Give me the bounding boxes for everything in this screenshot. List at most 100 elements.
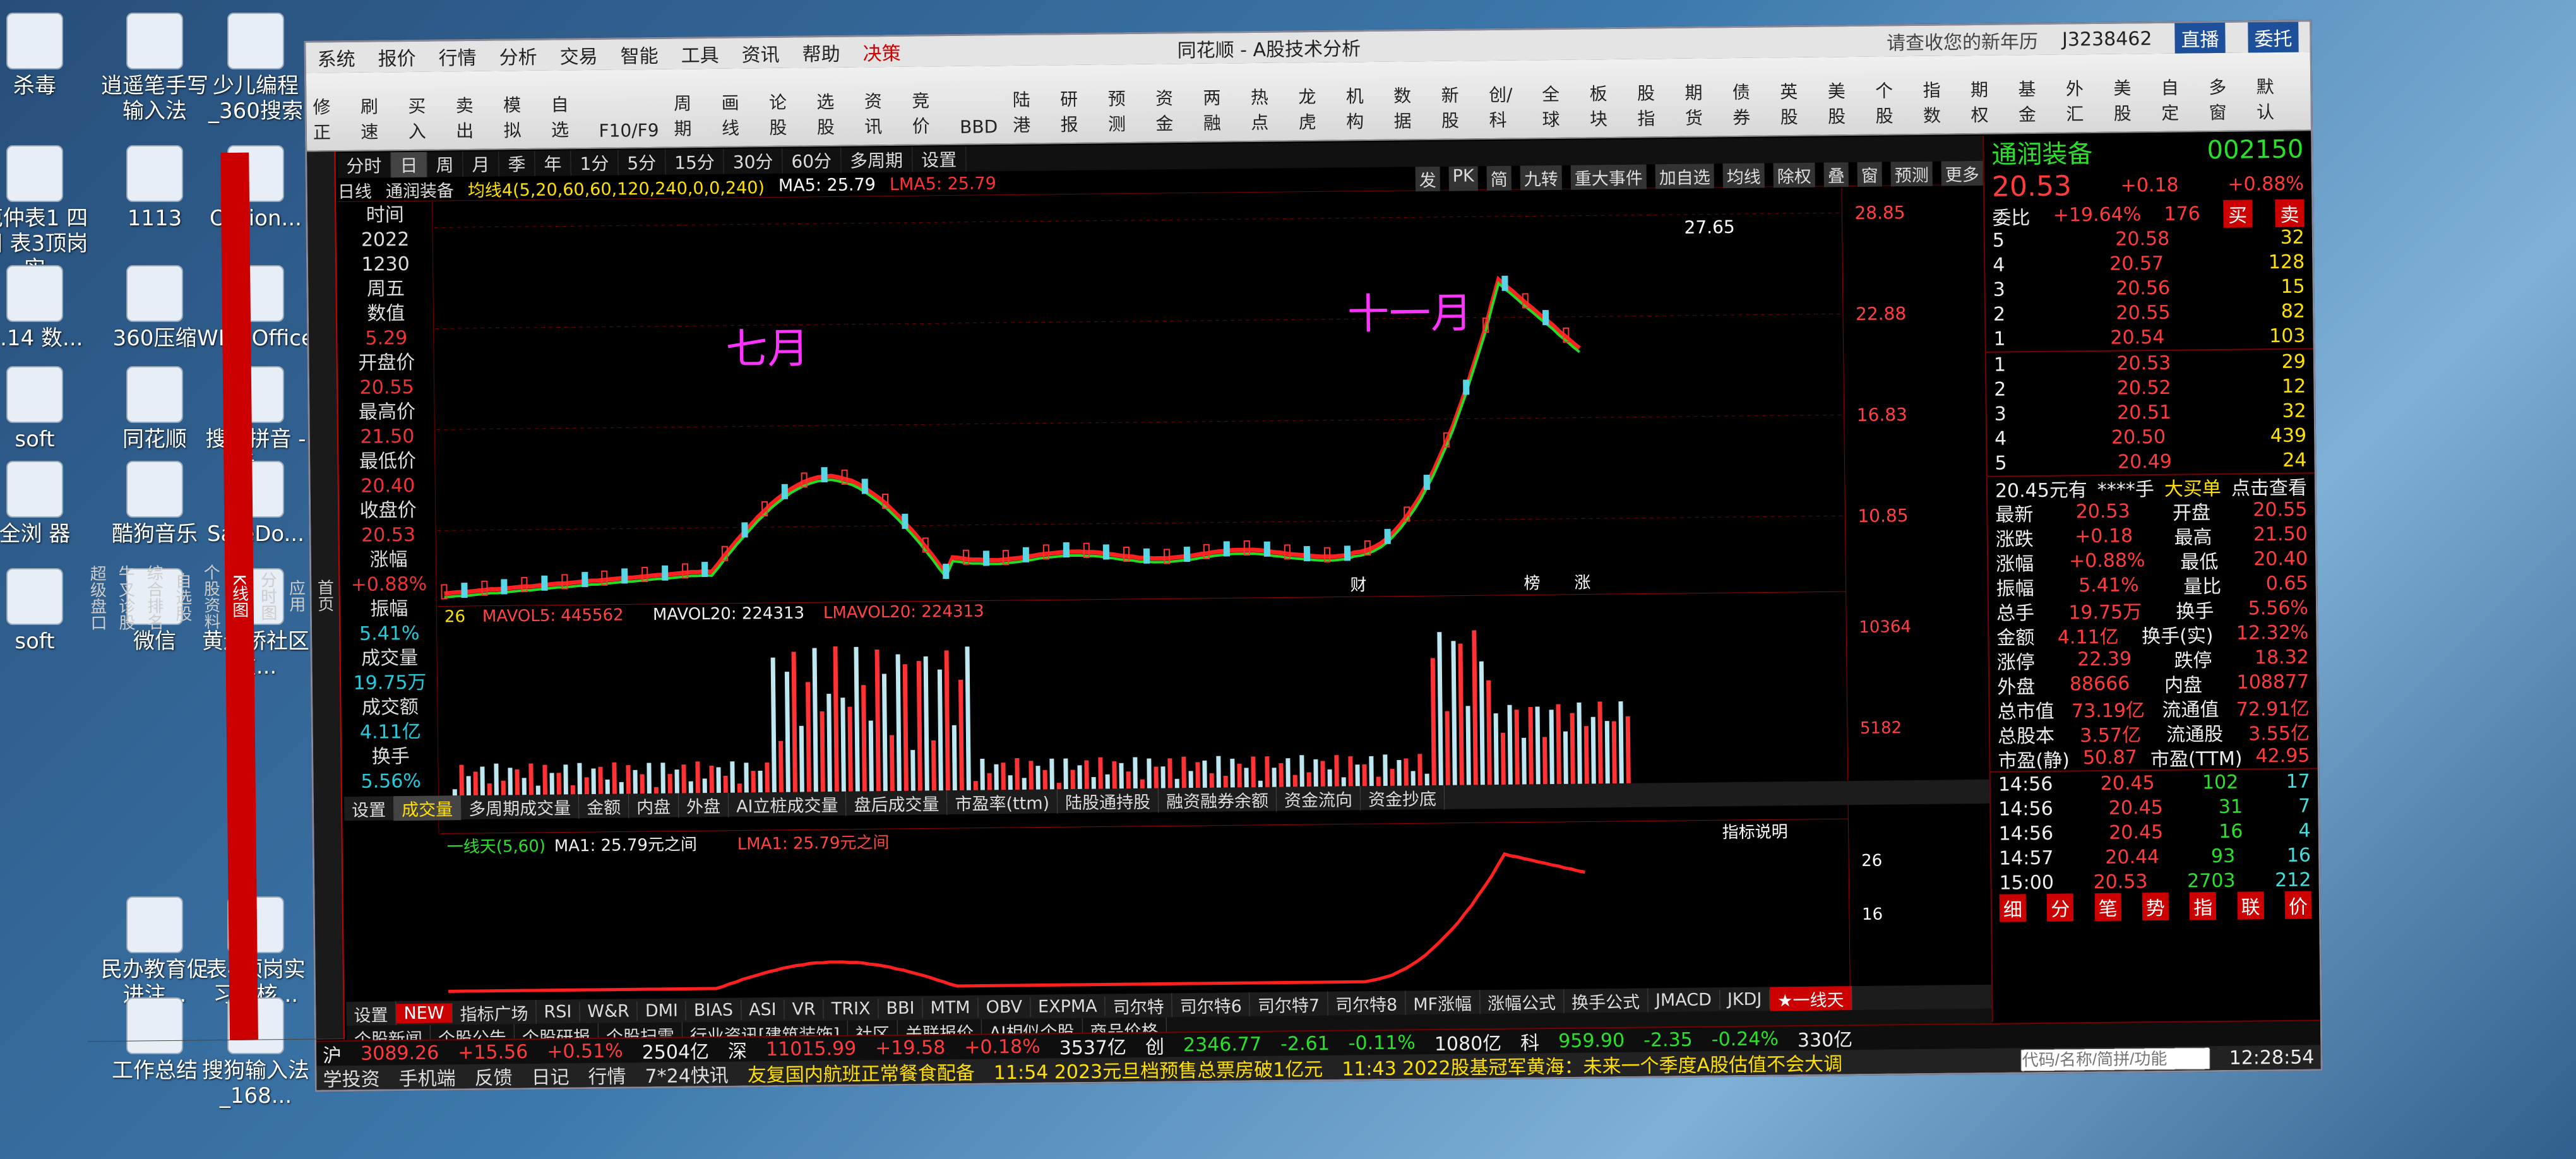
indicator-item[interactable]: BBI <box>878 998 923 1018</box>
period-tab[interactable]: 年 <box>535 150 571 176</box>
tick-tab[interactable]: 价 <box>2284 890 2312 919</box>
ask-row[interactable]: 1 20.54 103 <box>1986 323 2313 351</box>
toolbar-button[interactable]: 龙虎 <box>1297 45 1331 134</box>
tick-tab[interactable]: 联 <box>2237 891 2264 920</box>
toolbar-button[interactable]: 美股 <box>1827 40 1861 129</box>
ask-row[interactable]: 4 20.57 128 <box>1985 249 2312 277</box>
ask-row[interactable]: 5 20.58 32 <box>1985 225 2312 253</box>
bid-row[interactable]: 1 20.53 29 <box>1986 349 2313 377</box>
footer-link[interactable]: 学投资 <box>323 1064 379 1092</box>
tick-tab[interactable]: 指 <box>2189 891 2217 920</box>
news-ticker[interactable]: 11:43 2022股基冠军黄海：未来一个季度A股估值不会大调 <box>1342 1048 1842 1081</box>
toolbar-button[interactable]: 画线 <box>721 51 754 140</box>
search-input[interactable] <box>2020 1047 2210 1071</box>
toolbar-button[interactable]: 卖出 <box>455 54 489 143</box>
toolbar-button[interactable]: 买入 <box>407 54 441 143</box>
toolbar-button[interactable]: 创/科 <box>1488 43 1527 132</box>
news-ticker[interactable]: 11:54 2023元旦档预售总票房破1亿元 <box>994 1054 1323 1085</box>
footer-link[interactable]: 行情 <box>588 1061 626 1089</box>
period-tab[interactable]: 设置 <box>912 146 967 172</box>
bid-row[interactable]: 4 20.50 439 <box>1987 423 2314 451</box>
footer-link[interactable]: 7*24快讯 <box>645 1060 729 1088</box>
indicator-tab[interactable]: 融资融券余额 <box>1158 787 1277 813</box>
indicator-item[interactable]: 换手公式 <box>1563 987 1649 1014</box>
toolbar-button[interactable]: 资讯 <box>864 50 897 139</box>
period-tab[interactable]: 30分 <box>724 148 783 174</box>
chart-tool-button[interactable]: 简 <box>1486 165 1512 191</box>
indicator-tab[interactable]: 内盘 <box>628 793 679 818</box>
tick-tab[interactable]: 势 <box>2142 892 2169 920</box>
indicator-item[interactable]: ASI <box>741 999 785 1020</box>
toolbar-button[interactable]: 外汇 <box>2065 37 2099 126</box>
indicator-item[interactable]: DMI <box>637 1000 687 1021</box>
desktop-icon[interactable]: soft <box>0 568 95 654</box>
toolbar-button[interactable]: 新股 <box>1441 44 1474 133</box>
toolbar-button[interactable]: 周期 <box>673 52 707 141</box>
toolbar-button[interactable]: 选股 <box>816 51 850 140</box>
indicator-help-link[interactable]: 指标说明 <box>1722 823 1787 842</box>
toolbar-button[interactable]: 个股 <box>1875 39 1908 128</box>
toolbar-button[interactable]: 债券 <box>1732 40 1765 129</box>
toolbar-button[interactable]: 英股 <box>1779 40 1813 129</box>
indicator-item[interactable]: ★一线天 <box>1770 985 1852 1011</box>
period-tab[interactable]: 1分 <box>571 150 619 176</box>
indicator-tab[interactable]: AI立桩成交量 <box>728 791 847 817</box>
period-tab[interactable]: 60分 <box>782 147 842 174</box>
indicator-item[interactable]: NEW <box>396 1002 453 1023</box>
chart-tool-button[interactable]: 均线 <box>1722 163 1765 189</box>
toolbar-button[interactable]: 机构 <box>1345 45 1379 134</box>
toolbar-button[interactable]: 基金 <box>2018 38 2051 127</box>
period-tab[interactable]: 日 <box>391 152 427 178</box>
ask-row[interactable]: 3 20.56 15 <box>1985 274 2312 302</box>
toolbar-button[interactable]: 热点 <box>1250 45 1284 134</box>
footer-link[interactable]: 日记 <box>531 1061 569 1090</box>
indicator-item[interactable]: 设置 <box>346 1001 397 1026</box>
toolbar-button[interactable]: 板块 <box>1589 42 1623 131</box>
period-tab[interactable]: 5分 <box>618 149 666 175</box>
indicator-item[interactable]: W&R <box>580 1001 638 1021</box>
indicator-tab[interactable]: 资金抄底 <box>1360 785 1445 811</box>
indicator-item[interactable]: 司尔特8 <box>1327 990 1406 1016</box>
indicator-item[interactable]: 司尔特7 <box>1249 991 1328 1017</box>
chart-tool-button[interactable]: 窗 <box>1857 162 1882 187</box>
ask-row[interactable]: 2 20.55 82 <box>1986 299 2313 326</box>
toolbar-button[interactable]: 资金 <box>1155 47 1188 136</box>
toolbar-button[interactable]: 自选 <box>551 53 584 142</box>
period-tab[interactable]: 15分 <box>665 148 725 175</box>
chart-tool-button[interactable]: 加自选 <box>1655 163 1714 189</box>
toolbar-button[interactable]: 刷速 <box>360 55 393 144</box>
indicator-item[interactable]: JMACD <box>1647 989 1720 1010</box>
toolbar-button[interactable]: 期货 <box>1685 41 1718 130</box>
chart-tool-button[interactable]: 发 <box>1415 166 1440 192</box>
news-ticker[interactable]: 友复国内航班正常餐食配备 <box>748 1057 975 1088</box>
period-tab[interactable]: 周 <box>427 152 463 177</box>
indicator-tab[interactable]: 陆股通持股 <box>1057 788 1159 814</box>
indicator-tab[interactable]: 市盈率(ttm) <box>947 788 1058 815</box>
tick-tab[interactable]: 笔 <box>2094 893 2121 921</box>
desktop-icon[interactable]: 全浏 器 <box>0 461 95 547</box>
indicator-tab[interactable]: 成交量 <box>393 795 462 821</box>
desktop-icon[interactable]: 杀毒 <box>0 13 95 98</box>
toolbar-button[interactable]: 默认 <box>2256 35 2289 124</box>
indicator-item[interactable]: MF涨幅 <box>1405 989 1481 1016</box>
toolbar-button[interactable]: 论股 <box>768 51 802 140</box>
footer-link[interactable]: 手机端 <box>398 1062 455 1091</box>
chart-tool-button[interactable]: 更多 <box>1941 160 1983 186</box>
chart-tool-button[interactable]: 预测 <box>1890 161 1933 187</box>
toolbar-button[interactable]: F10/F9 <box>599 82 659 141</box>
bid-row[interactable]: 3 20.51 32 <box>1987 398 2314 426</box>
indicator-item[interactable]: 涨幅公式 <box>1479 989 1565 1014</box>
toolbar-button[interactable]: 陆港 <box>1012 48 1046 137</box>
toolbar-button[interactable]: BBD <box>959 78 998 138</box>
greeting[interactable]: 请查收您的新年历 <box>1887 26 2038 56</box>
indicator-item[interactable]: 司尔特6 <box>1172 992 1251 1018</box>
toolbar-button[interactable]: 模拟 <box>503 54 536 143</box>
indicator-tab[interactable]: 设置 <box>343 795 395 821</box>
period-tab[interactable]: 季 <box>499 150 535 177</box>
tick-tab[interactable]: 细 <box>1999 893 2027 922</box>
sell-button[interactable]: 卖 <box>2275 199 2305 227</box>
toolbar-button[interactable]: 自定 <box>2161 36 2194 125</box>
indicator-tab[interactable]: 外盘 <box>678 792 729 818</box>
bid-row[interactable]: 2 20.52 12 <box>1986 374 2313 401</box>
toolbar-button[interactable]: 美股 <box>2113 37 2147 126</box>
